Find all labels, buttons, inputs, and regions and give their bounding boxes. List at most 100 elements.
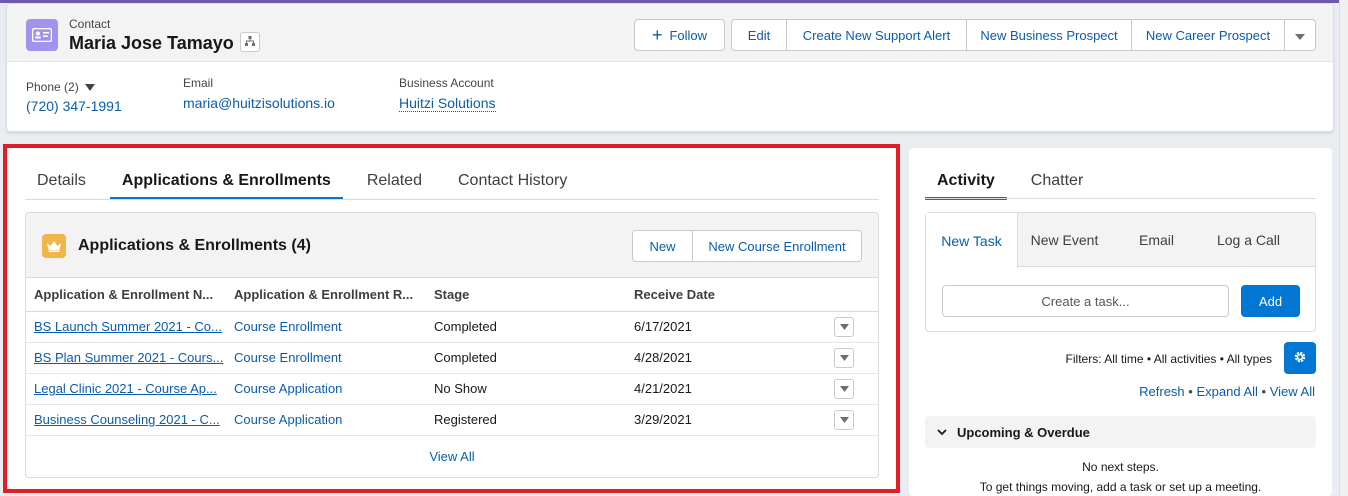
expand-all-link[interactable]: Expand All — [1196, 384, 1257, 399]
related-list-header: Applications & Enrollments (4) New New C… — [26, 213, 878, 278]
create-task-input[interactable] — [942, 285, 1229, 317]
tabs-divider — [25, 199, 879, 200]
row-name-cell[interactable]: Legal Clinic 2021 - Course Ap... — [26, 373, 226, 405]
new-course-enrollment-button[interactable]: New Course Enrollment — [693, 230, 862, 262]
edit-button[interactable]: Edit — [731, 19, 787, 51]
chevron-down-icon — [839, 323, 849, 330]
row-name-cell[interactable]: BS Plan Summer 2021 - Cours... — [26, 342, 226, 374]
tab-new-event[interactable]: New Event — [1018, 213, 1111, 267]
upcoming-overdue-section[interactable]: Upcoming & Overdue — [925, 416, 1316, 448]
composer-tabs: New Task New Event Email Log a Call — [926, 213, 1315, 268]
more-actions-button[interactable] — [1285, 19, 1316, 51]
column-header-stage[interactable]: Stage — [426, 278, 626, 312]
tab-log-a-call[interactable]: Log a Call — [1202, 213, 1295, 267]
column-header-receive-date[interactable]: Receive Date — [626, 278, 826, 312]
row-stage-cell: Completed — [426, 342, 626, 374]
row-date-cell: 6/17/2021 — [626, 311, 826, 343]
row-menu-button[interactable] — [834, 316, 854, 337]
table-row: Legal Clinic 2021 - Course Ap... Course … — [26, 373, 878, 405]
tab-chatter[interactable]: Chatter — [1019, 163, 1095, 199]
chevron-down-icon — [839, 385, 849, 392]
table-row: BS Launch Summer 2021 - Co... Course Enr… — [26, 311, 878, 343]
filter-settings-button[interactable] — [1284, 342, 1316, 374]
related-list-card: Applications & Enrollments (4) New New C… — [25, 212, 879, 478]
object-label: Contact — [69, 17, 111, 31]
record-name: Maria Jose Tamayo — [69, 33, 234, 53]
row-date-cell: 4/21/2021 — [626, 373, 826, 405]
row-stage-cell: Registered — [426, 404, 626, 436]
email-value[interactable]: maria@huitzisolutions.io — [183, 95, 335, 111]
row-actions-cell — [826, 311, 878, 343]
row-record-type-cell[interactable]: Course Application — [226, 373, 426, 405]
new-career-prospect-button[interactable]: New Career Prospect — [1132, 19, 1285, 51]
row-actions-cell — [826, 342, 878, 374]
chevron-down-icon — [937, 428, 947, 436]
main-tabs: Details Applications & Enrollments Relat… — [25, 163, 579, 200]
new-business-prospect-button[interactable]: New Business Prospect — [967, 19, 1132, 51]
tab-activity[interactable]: Activity — [925, 163, 1007, 200]
chevron-down-icon — [839, 416, 849, 423]
row-name-cell[interactable]: BS Launch Summer 2021 - Co... — [26, 311, 226, 343]
hierarchy-icon — [244, 35, 256, 50]
hierarchy-button[interactable] — [240, 32, 260, 52]
email-label: Email — [183, 76, 214, 90]
record-header: Contact Maria Jose Tamayo + Follow Edit … — [6, 3, 1334, 132]
activity-filters-text: Filters: All time • All activities • All… — [1065, 352, 1272, 366]
activity-tabs-divider — [925, 198, 1316, 199]
new-button[interactable]: New — [632, 230, 693, 262]
row-date-cell: 3/29/2021 — [626, 404, 826, 436]
tab-related[interactable]: Related — [355, 163, 434, 199]
tab-details[interactable]: Details — [25, 163, 98, 199]
create-support-alert-button[interactable]: Create New Support Alert — [787, 19, 967, 51]
follow-button[interactable]: + Follow — [634, 19, 725, 51]
table-row: Business Counseling 2021 - C... Course A… — [26, 404, 878, 436]
row-date-cell: 4/28/2021 — [626, 342, 826, 374]
upcoming-overdue-label: Upcoming & Overdue — [957, 424, 1090, 440]
tab-new-task[interactable]: New Task — [926, 213, 1018, 268]
refresh-link[interactable]: Refresh — [1139, 384, 1185, 399]
row-stage-cell: No Show — [426, 373, 626, 405]
business-account-value[interactable]: Huitzi Solutions — [399, 95, 496, 112]
gear-icon — [1293, 350, 1307, 367]
view-all-activity-link[interactable]: View All — [1270, 384, 1315, 399]
row-record-type-cell[interactable]: Course Application — [226, 404, 426, 436]
row-name-cell[interactable]: Business Counseling 2021 - C... — [26, 404, 226, 436]
related-list-title: Applications & Enrollments (4) — [78, 237, 311, 254]
add-task-button[interactable]: Add — [1241, 285, 1300, 317]
applications-table: Application & Enrollment N... Applicatio… — [26, 278, 878, 436]
activity-links: Refresh • Expand All • View All — [1139, 384, 1315, 399]
business-account-label: Business Account — [399, 76, 494, 90]
column-header-record-type[interactable]: Application & Enrollment R... — [226, 278, 426, 312]
chevron-down-icon — [839, 354, 849, 361]
row-menu-button[interactable] — [834, 347, 854, 368]
chevron-down-icon — [82, 80, 96, 94]
tab-contact-history[interactable]: Contact History — [446, 163, 579, 199]
table-header-row: Application & Enrollment N... Applicatio… — [26, 278, 878, 312]
next-steps-hint-text: To get things moving, add a task or set … — [979, 480, 1262, 494]
row-actions-cell — [826, 404, 878, 436]
action-button-group: Edit Create New Support Alert New Busine… — [731, 19, 1316, 51]
row-menu-button[interactable] — [834, 409, 854, 430]
crown-icon — [42, 234, 66, 258]
row-record-type-cell[interactable]: Course Enrollment — [226, 311, 426, 343]
table-row: BS Plan Summer 2021 - Cours... Course En… — [26, 342, 878, 374]
row-record-type-cell[interactable]: Course Enrollment — [226, 342, 426, 374]
column-header-name[interactable]: Application & Enrollment N... — [26, 278, 226, 312]
activity-tabs: Activity Chatter — [925, 163, 1095, 200]
view-all-link[interactable]: View All — [26, 449, 878, 464]
tab-applications-enrollments[interactable]: Applications & Enrollments — [109, 163, 343, 200]
contact-card-icon — [26, 19, 58, 51]
plus-icon: + — [651, 25, 663, 45]
no-next-steps-text: No next steps. — [1082, 460, 1159, 474]
row-menu-button[interactable] — [834, 378, 854, 399]
tab-email[interactable]: Email — [1111, 213, 1202, 267]
phone-value[interactable]: (720) 347-1991 — [26, 98, 122, 114]
header-title-bar: Contact Maria Jose Tamayo + Follow Edit … — [7, 4, 1333, 62]
chevron-down-icon — [1295, 28, 1305, 43]
row-stage-cell: Completed — [426, 311, 626, 343]
page-scrollbar[interactable] — [1339, 0, 1348, 496]
row-actions-cell — [826, 373, 878, 405]
follow-label: Follow — [669, 27, 708, 43]
phone-label[interactable]: Phone (2) — [26, 80, 96, 94]
related-list-actions: New New Course Enrollment — [632, 230, 862, 262]
